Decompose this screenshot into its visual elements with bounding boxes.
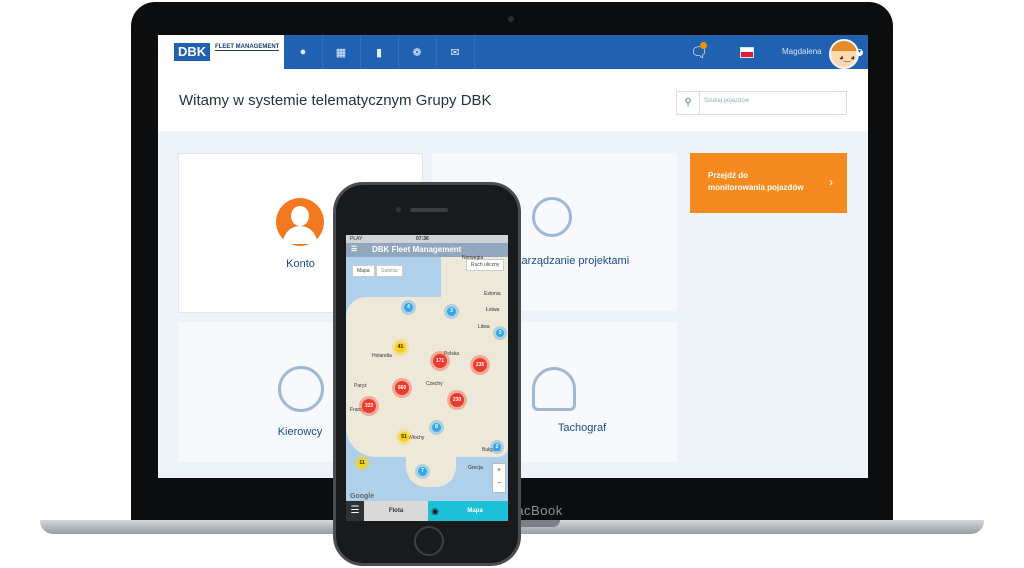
notification-badge: [700, 42, 707, 49]
home-button[interactable]: [414, 526, 444, 556]
map-cluster-marker[interactable]: 171: [433, 354, 447, 368]
avatar[interactable]: ◕‿◕: [829, 39, 859, 69]
country-label: Czechy: [426, 381, 443, 387]
zoom-out-button[interactable]: −: [493, 477, 505, 490]
map-cluster-marker[interactable]: 8: [432, 423, 441, 432]
menu-icon[interactable]: ☰: [351, 245, 357, 253]
map-cluster-marker[interactable]: 3: [447, 307, 456, 316]
map-cluster-marker[interactable]: 7: [418, 467, 427, 476]
user-icon: [276, 198, 324, 246]
speedometer-icon: [532, 367, 576, 411]
phone-speaker: [410, 208, 448, 212]
phone-tab-bar: ☰ Flota ◉ Mapa: [346, 501, 508, 521]
tab-fleet[interactable]: Flota: [364, 501, 428, 521]
satellite-view-button[interactable]: Satelita: [376, 265, 403, 277]
map[interactable]: Mapa Satelita Ruch uliczny Norwegia Esto…: [346, 255, 508, 501]
country-label: Grecja: [468, 465, 483, 471]
map-cluster-marker[interactable]: 11: [357, 458, 367, 468]
map-cluster-marker[interactable]: 3: [496, 329, 504, 337]
zoom-in-button[interactable]: +: [493, 464, 505, 477]
logo-subtitle: FLEET MANAGEMENT: [215, 44, 280, 51]
map-cluster-marker[interactable]: 235: [473, 358, 487, 372]
tab-map[interactable]: Mapa: [442, 501, 508, 521]
chevron-right-icon: ›: [829, 175, 833, 189]
map-cluster-marker[interactable]: 323: [362, 399, 376, 413]
phone-status-bar: PLAY 07:36: [346, 235, 508, 243]
logo-mark: DBK: [174, 43, 211, 61]
globe-icon[interactable]: ●: [284, 35, 323, 69]
country-label: Włochy: [408, 435, 425, 441]
status-time: 07:36: [416, 236, 429, 242]
gear-icon[interactable]: ❁: [398, 35, 437, 69]
country-label: Litwa: [478, 324, 490, 330]
top-navigation-bar: DBK FLEET MANAGEMENT ● ▦ ▮ ❁ ✉ 🗨 Magdale…: [158, 35, 868, 69]
map-land: [406, 447, 456, 487]
calendar-icon[interactable]: ▦: [322, 35, 361, 69]
phone-camera: [396, 207, 401, 212]
map-cluster-marker[interactable]: 51: [399, 432, 409, 442]
tile-tachograph-label: Tachograf: [557, 422, 607, 434]
map-cluster-marker[interactable]: 2: [493, 443, 501, 451]
mail-icon[interactable]: ✉: [436, 35, 475, 69]
zoom-control: + −: [492, 463, 506, 493]
map-cluster-marker[interactable]: 230: [450, 393, 464, 407]
phone-screen: PLAY 07:36 ☰ DBK Fleet Management Mapa S…: [346, 235, 508, 521]
country-label: Polska: [444, 351, 460, 357]
map-cluster-marker[interactable]: 660: [395, 381, 409, 395]
list-icon[interactable]: ☰: [346, 501, 364, 521]
laptop-camera: [508, 16, 514, 22]
map-view-button[interactable]: Mapa: [352, 265, 375, 277]
chevron-down-icon[interactable]: ▾: [856, 49, 863, 56]
country-label: Norwegia: [462, 255, 484, 261]
monitor-vehicles-button[interactable]: Przejdź do monitorowania pojazdów ›: [690, 153, 847, 213]
chart-icon[interactable]: ▮: [360, 35, 399, 69]
phone-app-bar: ☰ DBK Fleet Management: [346, 243, 508, 257]
page-title: Witamy w systemie telematycznym Grupy DB…: [179, 92, 492, 109]
steering-wheel-icon: [278, 366, 324, 412]
country-label: Łotwa: [486, 307, 500, 313]
country-label: Holandia: [372, 353, 392, 359]
country-label: Estonia: [484, 291, 501, 297]
map-cluster-marker[interactable]: 4: [404, 303, 413, 312]
user-name[interactable]: Magdalena: [782, 47, 822, 56]
headset-icon: [532, 197, 572, 237]
search-field[interactable]: ⚲ Szukaj pojazdów: [676, 91, 847, 115]
city-label: Paryż: [354, 383, 367, 389]
search-icon[interactable]: ⚲: [677, 92, 700, 114]
search-input[interactable]: Szukaj pojazdów: [704, 98, 749, 104]
map-cluster-marker[interactable]: 41: [395, 342, 406, 353]
google-logo: Google: [350, 493, 375, 500]
logo[interactable]: DBK FLEET MANAGEMENT: [158, 35, 284, 69]
polish-flag-icon[interactable]: [740, 47, 754, 58]
carrier: PLAY: [350, 236, 363, 242]
phone-app-title: DBK Fleet Management: [372, 245, 462, 254]
monitor-vehicles-label: Przejdź do monitorowania pojazdów: [708, 171, 804, 192]
map-pin-icon[interactable]: ◉: [428, 501, 442, 521]
